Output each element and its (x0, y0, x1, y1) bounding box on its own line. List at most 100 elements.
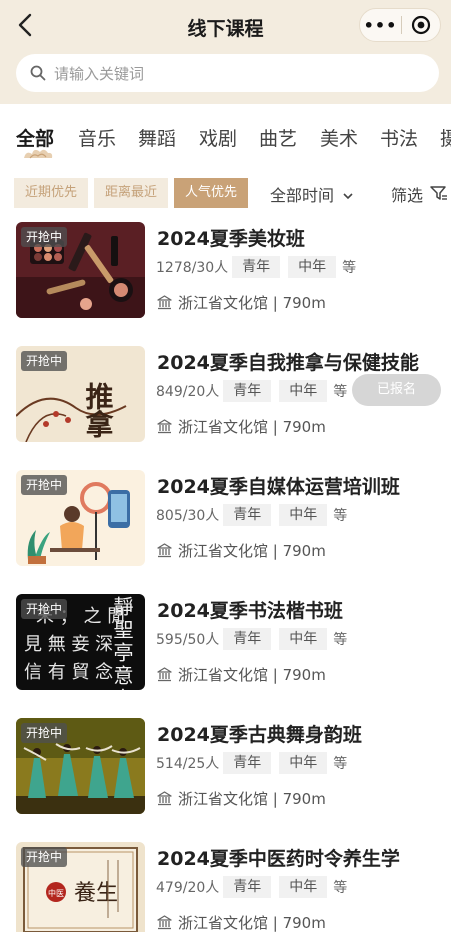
tag-more: 等 (333, 632, 348, 648)
tag-more: 等 (333, 756, 348, 772)
course-title: 2024夏季自媒体运营培训班 (157, 476, 400, 498)
age-tag: 青年 (223, 876, 272, 898)
tab-photography[interactable]: 摄 (440, 124, 451, 151)
active-tab-cloud-icon (24, 149, 53, 159)
course-card[interactable]: 开抢中 2024夏季古典舞身韵班 514/25人 青年 中年 等 浙江省文化馆 … (16, 718, 446, 816)
course-title: 2024夏季古典舞身韵班 (157, 724, 362, 746)
tab-music[interactable]: 音乐 (78, 124, 116, 151)
enroll-count: 849/20人 (156, 384, 220, 400)
enroll-count: 1278/30人 (156, 260, 229, 276)
header: 线下课程 ••• 请输入关键词 (0, 0, 451, 104)
filter-chip-recent[interactable]: 近期优先 (14, 178, 89, 208)
close-miniprogram-button[interactable] (402, 15, 440, 35)
course-title: 2024夏季书法楷书班 (157, 600, 343, 622)
age-tag: 青年 (232, 256, 281, 278)
tab-drama[interactable]: 戏剧 (199, 124, 237, 151)
tuina-art-text: 推拿 (82, 382, 115, 438)
venue-text: 浙江省文化馆 | 790m (178, 914, 326, 932)
course-thumbnail: 推拿 开抢中 (16, 346, 145, 442)
enroll-count: 514/25人 (156, 756, 220, 772)
tab-fine-art[interactable]: 美术 (320, 124, 358, 151)
course-venue: 浙江省文化馆 | 790m (157, 788, 326, 809)
filter-bar: 近期优先 距离最近 人气优先 全部时间 筛选 (0, 176, 451, 210)
status-badge: 开抢中 (21, 599, 68, 619)
museum-icon (157, 791, 172, 806)
mini-program-capsule: ••• (359, 8, 441, 42)
age-tag: 中年 (279, 380, 328, 402)
course-venue: 浙江省文化馆 | 790m (157, 540, 326, 561)
time-dropdown-label: 全部时间 (270, 186, 335, 205)
course-card[interactable]: 靜聖亭意之聞來深不有念而無茶 末 ； 之 閒 見 無 妾 深 信 有 貿 念 开… (16, 594, 446, 692)
course-card[interactable]: 开抢中 2024夏季美妆班 1278/30人 青年 中年 等 浙江省文化馆 | … (16, 222, 446, 320)
enroll-count: 479/20人 (156, 880, 220, 896)
status-badge: 开抢中 (21, 723, 68, 743)
course-title: 2024夏季中医药时令养生学 (157, 848, 400, 870)
course-meta: 595/50人 青年 中年 等 (156, 628, 347, 650)
venue-text: 浙江省文化馆 | 790m (178, 790, 326, 808)
funnel-icon (430, 186, 448, 200)
venue-text: 浙江省文化馆 | 790m (178, 418, 326, 436)
filter-button[interactable]: 筛选 (391, 182, 448, 206)
time-dropdown[interactable]: 全部时间 (270, 182, 354, 206)
search-icon (30, 65, 46, 81)
course-card[interactable]: 开抢中 2024夏季自媒体运营培训班 805/30人 青年 中年 等 浙江省文化… (16, 470, 446, 568)
age-tag: 中年 (279, 504, 328, 526)
venue-text: 浙江省文化馆 | 790m (178, 666, 326, 684)
venue-text: 浙江省文化馆 | 790m (178, 542, 326, 560)
tag-more: 等 (333, 508, 348, 524)
age-tag: 中年 (279, 876, 328, 898)
tab-calligraphy[interactable]: 书法 (380, 124, 418, 151)
age-tag: 青年 (223, 380, 272, 402)
svg-text:信 有 貿 念: 信 有 貿 念 (24, 661, 113, 683)
museum-icon (157, 543, 172, 558)
course-venue: 浙江省文化馆 | 790m (157, 912, 326, 932)
tcm-art-text: 養生 (74, 881, 118, 906)
course-title: 2024夏季自我推拿与保健技能 (157, 352, 419, 374)
course-card[interactable]: 中医 養生 开抢中 2024夏季中医药时令养生学 479/20人 青年 中年 等… (16, 842, 446, 932)
course-thumbnail: 靜聖亭意之聞來深不有念而無茶 末 ； 之 閒 見 無 妾 深 信 有 貿 念 开… (16, 594, 145, 690)
venue-text: 浙江省文化馆 | 790m (178, 294, 326, 312)
course-meta: 479/20人 青年 中年 等 (156, 876, 347, 898)
course-thumbnail: 开抢中 (16, 718, 145, 814)
museum-icon (157, 915, 172, 930)
tag-more: 等 (333, 880, 348, 896)
enroll-count: 595/50人 (156, 632, 220, 648)
filter-chip-nearest[interactable]: 距离最近 (94, 178, 169, 208)
course-meta: 849/20人 青年 中年 等 (156, 380, 347, 402)
age-tag: 青年 (223, 504, 272, 526)
chevron-down-icon (343, 193, 353, 200)
tab-quyi[interactable]: 曲艺 (259, 124, 297, 151)
age-tag: 中年 (288, 256, 337, 278)
status-badge: 开抢中 (21, 227, 68, 247)
age-tag: 中年 (279, 628, 328, 650)
course-meta: 514/25人 青年 中年 等 (156, 752, 347, 774)
course-card[interactable]: 推拿 开抢中 2024夏季自我推拿与保健技能 849/20人 青年 中年 等 已… (16, 346, 446, 444)
museum-icon (157, 295, 172, 310)
enrolled-button[interactable]: 已报名 (352, 374, 441, 406)
filter-button-label: 筛选 (391, 186, 424, 205)
museum-icon (157, 667, 172, 682)
status-badge: 开抢中 (21, 351, 68, 371)
course-meta: 805/30人 青年 中年 等 (156, 504, 347, 526)
age-tag: 青年 (223, 752, 272, 774)
filter-chip-popular[interactable]: 人气优先 (174, 178, 249, 208)
tag-more: 等 (342, 260, 357, 276)
category-tabs: 全部 音乐 舞蹈 戏剧 曲艺 美术 书法 摄 (0, 104, 451, 166)
tab-dance[interactable]: 舞蹈 (138, 124, 176, 151)
age-tag: 中年 (279, 752, 328, 774)
enroll-count: 805/30人 (156, 508, 220, 524)
tcm-seal-text: 中医 (48, 888, 64, 898)
svg-text:見 無 妾 深: 見 無 妾 深 (24, 634, 113, 655)
status-badge: 开抢中 (21, 847, 68, 867)
more-menu-button[interactable]: ••• (360, 16, 401, 35)
course-meta: 1278/30人 青年 中年 等 (156, 256, 356, 278)
search-input[interactable]: 请输入关键词 (54, 63, 144, 84)
target-icon (411, 15, 431, 35)
search-bar[interactable]: 请输入关键词 (16, 54, 439, 92)
course-thumbnail: 开抢中 (16, 222, 145, 318)
course-title: 2024夏季美妆班 (157, 228, 305, 250)
course-thumbnail: 中医 養生 开抢中 (16, 842, 145, 932)
course-thumbnail: 开抢中 (16, 470, 145, 566)
museum-icon (157, 419, 172, 434)
course-venue: 浙江省文化馆 | 790m (157, 292, 326, 313)
